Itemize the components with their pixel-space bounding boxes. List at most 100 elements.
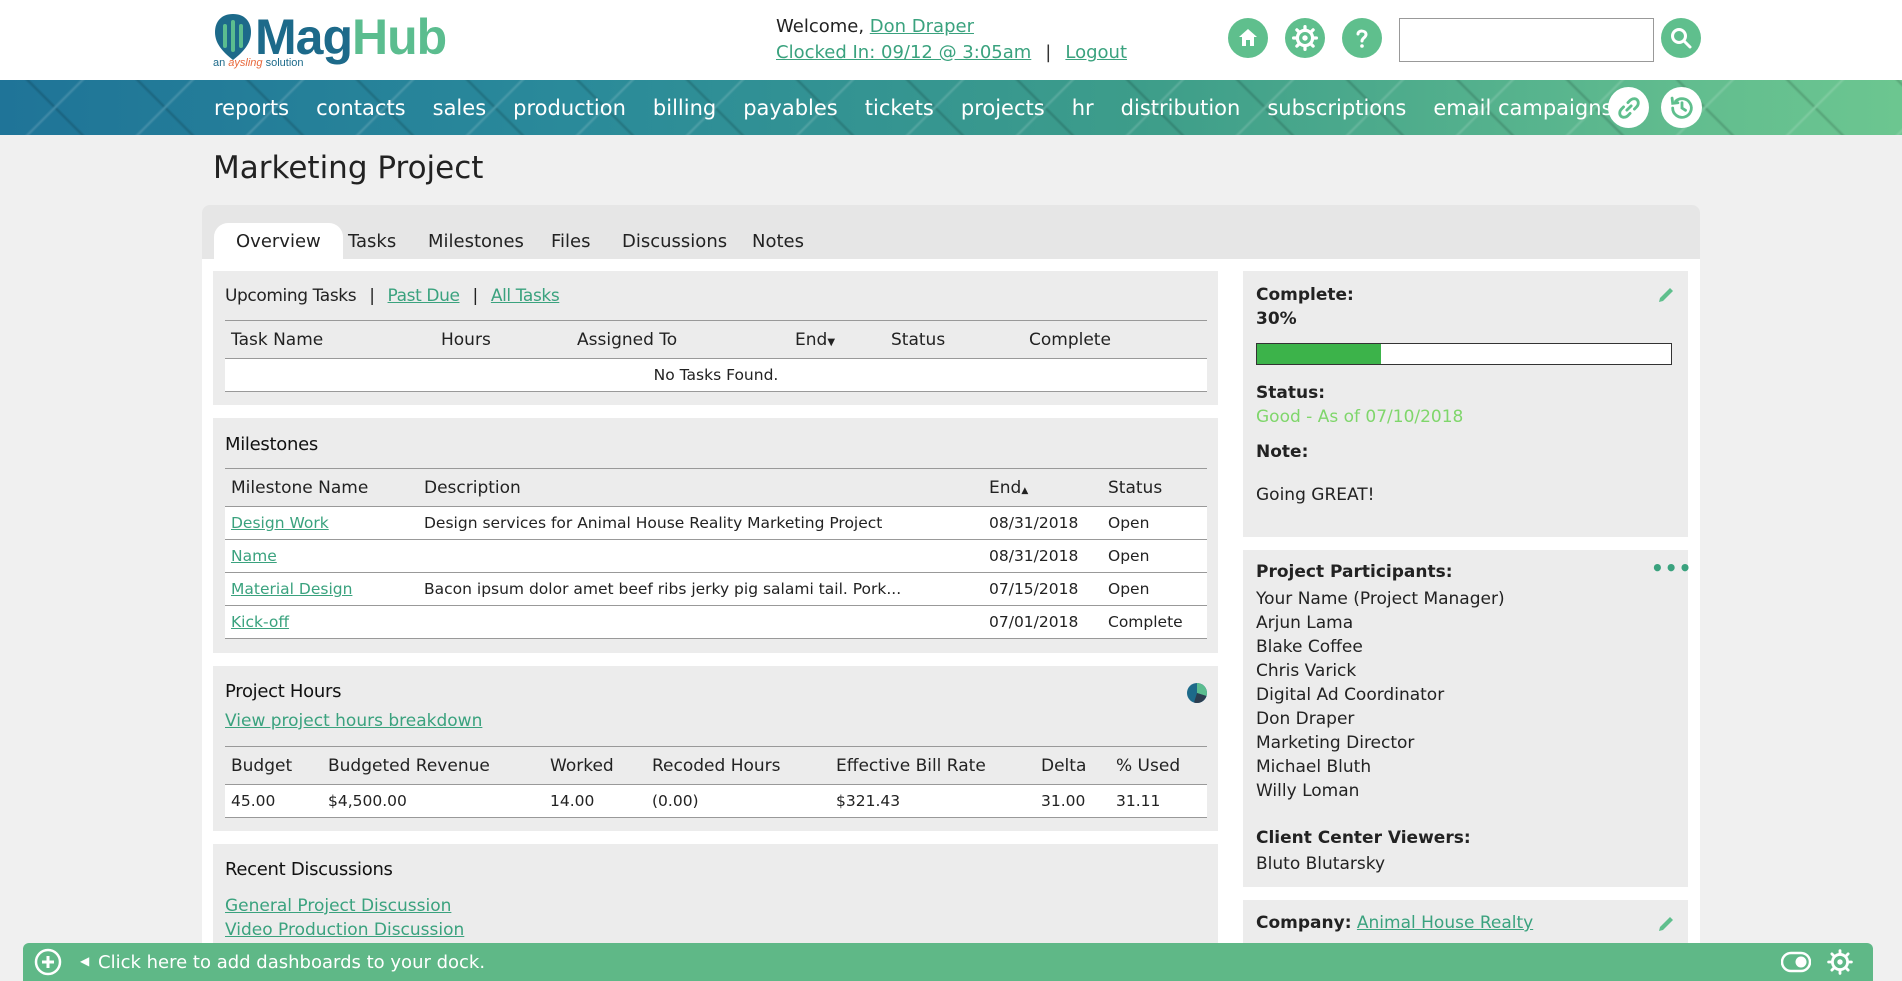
company-label: Company: — [1256, 913, 1352, 933]
tab-milestones[interactable]: Milestones — [428, 223, 524, 259]
edit-status-icon[interactable] — [1656, 285, 1676, 305]
search-button[interactable] — [1661, 18, 1701, 58]
filter-past-due[interactable]: Past Due — [388, 286, 460, 306]
participant-item: Blake Coffee — [1256, 637, 1363, 657]
main-nav: reports contacts sales production billin… — [0, 80, 1902, 135]
col-milestone-name[interactable]: Milestone Name — [225, 468, 418, 507]
col-status[interactable]: Status — [1102, 468, 1207, 507]
col-assigned-to[interactable]: Assigned To — [571, 320, 789, 359]
company-link[interactable]: Animal House Realty — [1357, 913, 1533, 933]
col-hours[interactable]: Hours — [435, 320, 571, 359]
nav-item-distribution[interactable]: distribution — [1121, 96, 1241, 120]
milestone-link[interactable]: Kick-off — [231, 613, 289, 631]
nav-item-subscriptions[interactable]: subscriptions — [1267, 96, 1406, 120]
nav-item-reports[interactable]: reports — [214, 96, 289, 120]
status-label: Status: — [1256, 383, 1325, 403]
tab-files[interactable]: Files — [551, 223, 591, 259]
milestone-end: 08/31/2018 — [983, 539, 1102, 573]
filter-all-tasks[interactable]: All Tasks — [491, 286, 560, 306]
nav-item-payables[interactable]: payables — [743, 96, 838, 120]
page-title: Marketing Project — [213, 150, 484, 186]
clocked-in-link[interactable]: Clocked In: 09/12 @ 3:05am — [776, 42, 1031, 63]
milestone-status: Complete — [1102, 605, 1207, 639]
gear-icon — [1292, 25, 1318, 51]
toggle-icon[interactable] — [1781, 951, 1811, 973]
milestone-description — [418, 605, 983, 639]
participant-item: Marketing Director — [1256, 733, 1415, 753]
table-row: Kick-off 07/01/2018 Complete — [225, 605, 1207, 639]
add-dashboard-icon[interactable] — [34, 948, 62, 976]
history-button[interactable] — [1661, 87, 1702, 128]
tab-notes[interactable]: Notes — [752, 223, 804, 259]
hours-breakdown-link[interactable]: View project hours breakdown — [225, 711, 482, 731]
milestone-description: Design services for Animal House Reality… — [418, 506, 983, 540]
delta-value: 31.00 — [1035, 784, 1110, 818]
tab-tasks[interactable]: Tasks — [348, 223, 396, 259]
milestones-title: Milestones — [225, 434, 318, 455]
worked-value: 14.00 — [544, 784, 646, 818]
recent-discussions-title: Recent Discussions — [225, 859, 393, 880]
tasks-table: Task Name Hours Assigned To End▼ Status … — [225, 320, 1207, 392]
search-icon — [1671, 28, 1692, 49]
col-task-name[interactable]: Task Name — [225, 320, 435, 359]
nav-item-billing[interactable]: billing — [653, 96, 716, 120]
nav-item-email-campaigns[interactable]: email campaigns — [1433, 96, 1612, 120]
pie-chart-icon[interactable] — [1186, 682, 1208, 704]
milestone-end: 08/31/2018 — [983, 506, 1102, 540]
home-button[interactable] — [1228, 18, 1268, 58]
user-name-link[interactable]: Don Draper — [870, 16, 974, 37]
filter-upcoming[interactable]: Upcoming Tasks — [225, 286, 357, 306]
quick-links-button[interactable] — [1608, 87, 1649, 128]
milestone-link[interactable]: Design Work — [231, 514, 329, 532]
dock-settings-icon[interactable] — [1827, 949, 1853, 975]
discussion-link[interactable]: Video Production Discussion — [225, 920, 464, 940]
nav-item-hr[interactable]: hr — [1072, 96, 1094, 120]
settings-button[interactable] — [1285, 18, 1325, 58]
col-description[interactable]: Description — [418, 468, 983, 507]
app-header: MagHub an aysling solution Welcome, Don … — [0, 0, 1902, 80]
tab-discussions[interactable]: Discussions — [622, 223, 727, 259]
discussion-link[interactable]: General Project Discussion — [225, 896, 451, 916]
header-separator: | — [1045, 42, 1052, 63]
dashboard-dock[interactable]: ◀ Click here to add dashboards to your d… — [23, 943, 1873, 981]
note-label: Note: — [1256, 442, 1309, 462]
table-header-row: Milestone Name Description End▲ Status — [225, 468, 1207, 507]
more-options-icon[interactable]: ••• — [1651, 556, 1692, 580]
col-end[interactable]: End▲ — [983, 468, 1102, 507]
tab-overview[interactable]: Overview — [214, 223, 343, 259]
complete-label: Complete: — [1256, 285, 1354, 305]
milestones-table: Milestone Name Description End▲ Status D… — [225, 468, 1207, 639]
welcome-label: Welcome, — [776, 16, 870, 37]
milestone-link[interactable]: Material Design — [231, 580, 352, 598]
help-button[interactable] — [1342, 18, 1382, 58]
logout-link[interactable]: Logout — [1065, 42, 1127, 63]
nav-item-contacts[interactable]: contacts — [316, 96, 406, 120]
milestone-description — [418, 539, 983, 573]
budget-value: 45.00 — [225, 784, 322, 818]
table-row: Material Design Bacon ipsum dolor amet b… — [225, 572, 1207, 606]
col-percent-used: % Used — [1110, 746, 1207, 785]
nav-item-projects[interactable]: projects — [961, 96, 1045, 120]
milestone-description: Bacon ipsum dolor amet beef ribs jerky p… — [418, 572, 983, 606]
participant-item: Chris Varick — [1256, 661, 1357, 681]
col-end[interactable]: End▼ — [789, 320, 885, 359]
col-complete[interactable]: Complete — [1023, 320, 1207, 359]
recoded-hours-value: (0.00) — [646, 784, 830, 818]
dock-prompt[interactable]: Click here to add dashboards to your doc… — [98, 952, 485, 973]
nav-item-sales[interactable]: sales — [433, 96, 487, 120]
participant-item: Willy Loman — [1256, 781, 1360, 801]
milestone-link[interactable]: Name — [231, 547, 277, 565]
maghub-logo[interactable]: MagHub an aysling solution — [211, 9, 447, 72]
nav-item-production[interactable]: production — [513, 96, 626, 120]
milestone-status: Open — [1102, 506, 1207, 540]
nav-item-tickets[interactable]: tickets — [865, 96, 934, 120]
table-row: 45.00 $4,500.00 14.00 (0.00) $321.43 31.… — [225, 784, 1207, 818]
budgeted-revenue-value: $4,500.00 — [322, 784, 544, 818]
col-status[interactable]: Status — [885, 320, 1023, 359]
col-budgeted-revenue: Budgeted Revenue — [322, 746, 544, 785]
search-input[interactable] — [1399, 18, 1654, 62]
complete-value: 30% — [1256, 309, 1297, 329]
col-effective-bill-rate: Effective Bill Rate — [830, 746, 1035, 785]
participant-item: Don Draper — [1256, 709, 1355, 729]
edit-company-icon[interactable] — [1656, 914, 1676, 934]
